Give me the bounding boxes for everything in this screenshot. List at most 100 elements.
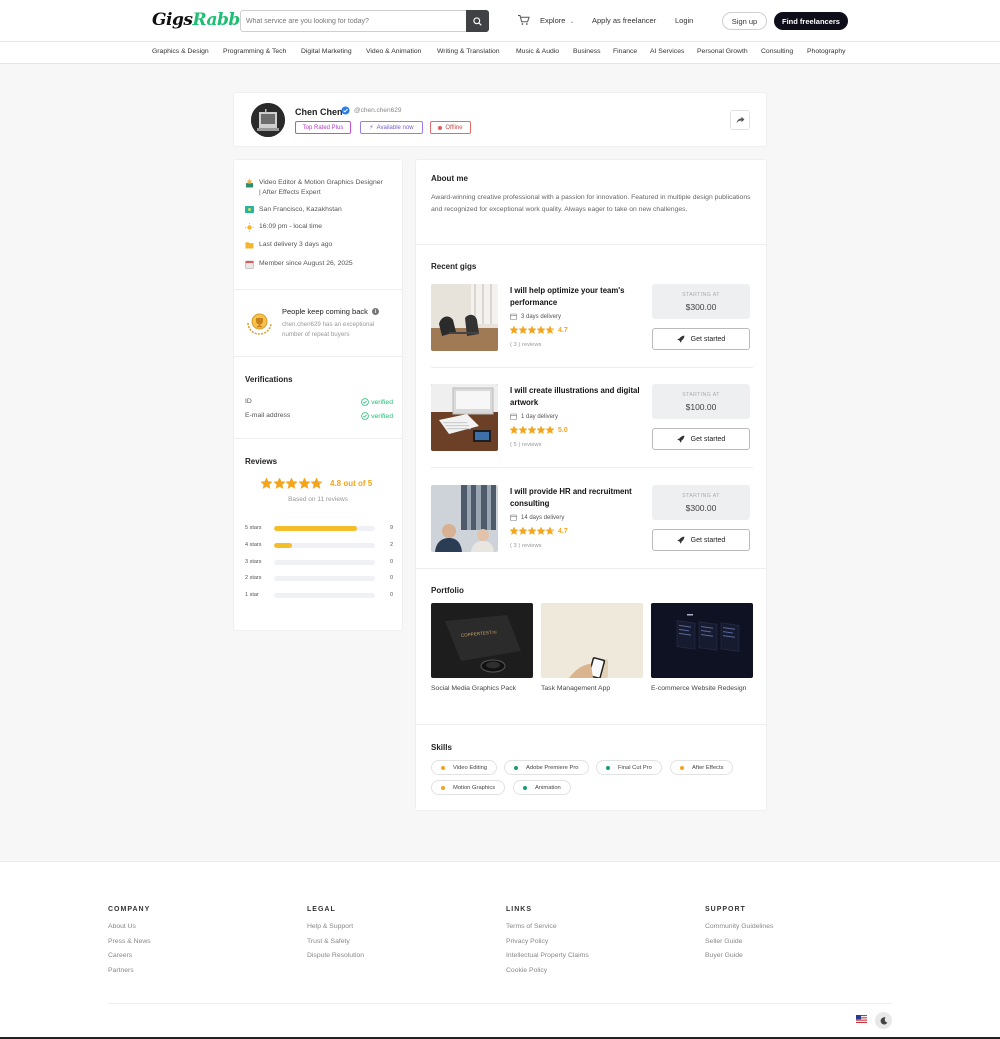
gig-delivery-text: 14 days delivery [521, 514, 565, 521]
footer-link[interactable]: Buyer Guide [705, 952, 773, 967]
gig-star-rating: 4.7 [510, 527, 568, 535]
star-icon [546, 326, 554, 334]
category-link[interactable]: Programming & Tech [223, 48, 286, 55]
info-icon[interactable]: i [371, 308, 379, 315]
get-started-label: Get started [690, 536, 726, 544]
gig-card: I will provide HR and recruitment consul… [431, 485, 753, 553]
footer-link[interactable]: Intellectual Property Claims [506, 952, 589, 967]
skill-name: Motion Graphics [453, 784, 496, 791]
gig-delivery: 1 day delivery [510, 413, 558, 420]
gig-rating-value: 5.0 [558, 426, 568, 434]
category-link[interactable]: Digital Marketing [301, 48, 352, 55]
rating-bar-row: 2 stars 0 [245, 574, 393, 582]
gig-image[interactable] [431, 284, 498, 351]
signup-button[interactable]: Sign up [722, 12, 767, 30]
gig-price-box: STARTING AT $100.00 [652, 384, 750, 419]
divider [416, 244, 766, 245]
search-button[interactable] [466, 10, 489, 32]
gig-price-box: STARTING AT $300.00 [652, 485, 750, 520]
category-bar: Graphics & Design Programming & Tech Dig… [0, 42, 1000, 64]
verification-status: verified [361, 398, 393, 406]
search-input[interactable] [241, 11, 467, 31]
verified-badge-icon [341, 106, 350, 115]
get-started-button[interactable]: Get started [652, 428, 750, 450]
get-started-button[interactable]: Get started [652, 529, 750, 551]
calendar-icon [245, 260, 254, 269]
category-link[interactable]: AI Services [650, 48, 684, 55]
search-box [240, 10, 489, 32]
footer-column-title: COMPANY [108, 906, 151, 913]
star-icon [528, 326, 536, 334]
category-link[interactable]: Photography [807, 48, 846, 55]
gig-delivery-text: 1 day delivery [521, 413, 559, 420]
price-value: $300.00 [685, 503, 717, 513]
reviews-summary-stars: 4.8 out of 5 [261, 478, 372, 489]
footer-link[interactable]: Community Guidelines [705, 923, 773, 938]
get-started-button[interactable]: Get started [652, 328, 750, 350]
portfolio-item[interactable]: E-commerce Website Redesign [651, 603, 753, 694]
portfolio-image: COPPERTEST.ru [431, 603, 533, 678]
star-icon [528, 426, 536, 434]
footer-link[interactable]: Privacy Policy [506, 938, 589, 953]
skill-dot-icon [514, 765, 518, 770]
footer-link[interactable]: Dispute Resolution [307, 952, 364, 967]
category-link[interactable]: Graphics & Design [152, 48, 209, 55]
login-link[interactable]: Login [675, 16, 693, 25]
footer-link[interactable]: Seller Guide [705, 938, 773, 953]
portfolio-item[interactable]: Task Management App [541, 603, 643, 694]
category-link[interactable]: Writing & Translation [437, 48, 500, 55]
category-link[interactable]: Business [573, 48, 601, 55]
footer-link[interactable]: Partners [108, 967, 151, 982]
calendar-icon [510, 413, 517, 420]
skill-dot-icon [680, 765, 684, 770]
gig-title[interactable]: I will provide HR and recruitment consul… [510, 486, 645, 510]
footer-column: SUPPORT Community Guidelines Seller Guide B… [705, 906, 773, 967]
gig-title[interactable]: I will help optimize your team's perform… [510, 285, 645, 309]
gig-image[interactable] [431, 485, 498, 552]
explore-label: Explore [540, 16, 566, 25]
reviews-based-on: Based on 11 reviews [288, 496, 348, 503]
gig-rating-value: 4.7 [558, 326, 568, 334]
category-link[interactable]: Consulting [761, 48, 793, 55]
star-icon [546, 527, 554, 535]
repeat-buyers-title-row: People keep coming back i [282, 307, 379, 316]
rating-bar-count: 2 [389, 541, 393, 548]
rating-bar-label: 5 stars [245, 525, 262, 531]
footer-link[interactable]: Terms of Service [506, 923, 589, 938]
apply-as-freelancer-link[interactable]: Apply as freelancer [592, 16, 656, 25]
footer-link[interactable]: Press & News [108, 938, 151, 953]
rating-bar-label: 4 stars [245, 541, 262, 548]
skill-name: After Effects [692, 764, 724, 771]
portfolio-item[interactable]: COPPERTEST.ru Social Media Graphics Pack [431, 603, 533, 694]
share-button[interactable] [730, 110, 750, 130]
us-flag-icon[interactable] [856, 1015, 867, 1023]
gigsrabbit-logo[interactable]: GigsRabbit [152, 10, 254, 30]
footer-link[interactable]: Help & Support [307, 923, 364, 938]
rocket-icon [677, 536, 685, 544]
profile-name: Chen Chen [295, 107, 343, 117]
category-link[interactable]: Personal Growth [697, 48, 748, 55]
footer-link[interactable]: Cookie Policy [506, 967, 589, 982]
skill-dot-icon [441, 785, 445, 790]
category-link[interactable]: Video & Animation [366, 48, 421, 55]
footer-link[interactable]: Careers [108, 952, 151, 967]
dark-mode-toggle[interactable] [875, 1012, 892, 1029]
cart-button[interactable] [517, 14, 530, 26]
last-delivery-text: Last delivery 3 days ago [259, 241, 333, 248]
rating-bar-track [274, 526, 375, 531]
gig-title[interactable]: I will create illustrations and digital … [510, 385, 645, 409]
find-freelancers-button[interactable]: Find freelancers [774, 12, 848, 30]
portfolio-image [541, 603, 643, 678]
gig-image[interactable] [431, 384, 498, 451]
category-link[interactable]: Music & Audio [516, 48, 559, 55]
profile-header-card: Chen Chen @chen.chen629 Top Rated Plus ⚡… [233, 92, 767, 147]
category-link[interactable]: Finance [613, 48, 637, 55]
divider [416, 568, 766, 569]
explore-menu[interactable]: Explore ⌄ [540, 16, 575, 25]
star-icon [273, 478, 285, 489]
footer-link[interactable]: Trust & Safety [307, 938, 364, 953]
footer-divider [108, 1003, 892, 1004]
footer-column-title: LINKS [506, 906, 532, 913]
footer-link[interactable]: About Us [108, 923, 151, 938]
rating-bar-track [274, 593, 375, 599]
